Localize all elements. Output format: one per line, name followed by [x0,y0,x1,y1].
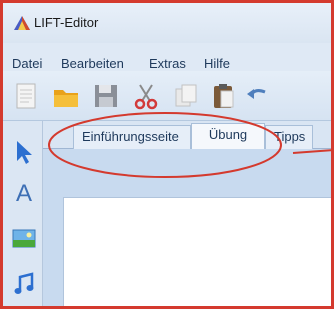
text-tool-glyph: A [16,180,32,205]
canvas-page[interactable] [63,197,331,306]
app-window: LIFT-Editor Datei Bearbeiten Extras Hilf… [0,0,334,309]
window-title: LIFT-Editor [34,15,99,30]
tab-strip: Einführungsseite Übung Tipps [43,121,331,150]
menu-datei[interactable]: Datei [12,56,42,71]
copy-icon[interactable] [171,81,201,111]
pointer-tool-icon[interactable] [11,139,37,165]
tab-tipps[interactable]: Tipps [265,125,313,149]
editor-area: Einführungsseite Übung Tipps [43,121,331,306]
tab-uebung[interactable]: Übung [191,123,265,150]
open-folder-icon[interactable] [51,81,81,111]
title-bar: LIFT-Editor [3,3,331,43]
text-tool-icon[interactable]: A [11,179,37,207]
image-tool-icon[interactable] [11,225,37,251]
new-document-icon[interactable] [11,81,41,111]
toolbar [3,71,331,121]
undo-icon[interactable] [243,81,273,111]
app-logo-icon [13,15,31,31]
paste-icon[interactable] [208,81,238,111]
tab-einfuehrungsseite[interactable]: Einführungsseite [73,125,191,149]
save-icon[interactable] [91,81,121,111]
menu-hilfe[interactable]: Hilfe [204,56,230,71]
tool-sidebar: A [3,121,43,306]
menu-bearbeiten[interactable]: Bearbeiten [61,56,124,71]
editor-content [43,149,331,306]
menu-bar: Datei Bearbeiten Extras Hilfe [3,43,331,71]
audio-tool-icon[interactable] [11,271,37,297]
menu-extras[interactable]: Extras [149,56,186,71]
cut-icon[interactable] [131,81,161,111]
